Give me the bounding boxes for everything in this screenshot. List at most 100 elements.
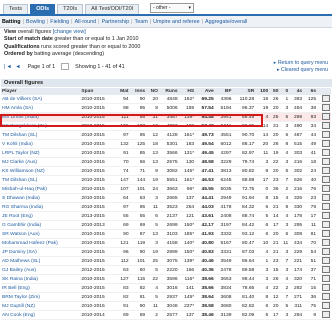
nav-item-6[interactable]: Umpire and referee — [151, 19, 201, 25]
column-header[interactable]: 50 — [269, 88, 280, 96]
column-header[interactable]: Inns — [129, 88, 147, 96]
table-cell: 43.61 — [195, 211, 215, 222]
player-link[interactable]: Mohammad Hafeez (Pak) — [2, 241, 58, 246]
table-cell: 2575 — [158, 157, 179, 168]
profile-icon[interactable] — [322, 122, 330, 130]
player-link[interactable]: JE Root (Eng) — [2, 214, 33, 219]
nav-item-7[interactable]: Aggregate/overall — [203, 19, 249, 25]
column-header[interactable]: Ave — [195, 88, 215, 96]
table-cell: 44.03 — [195, 202, 215, 213]
column-header[interactable]: BF — [214, 88, 233, 96]
profile-icon[interactable] — [322, 266, 330, 274]
cleared-query-link[interactable]: Cleared query menu — [281, 67, 328, 73]
table-cell: 6 — [255, 229, 270, 240]
player-link[interactable]: AD Mathews (SL) — [2, 259, 40, 264]
table-cell: 269 — [289, 112, 304, 123]
profile-icon[interactable] — [322, 302, 330, 310]
column-header[interactable]: Player — [1, 88, 81, 96]
player-link[interactable]: V Kohli (India) — [2, 142, 33, 147]
player-link[interactable]: GJ Bailey (Aus) — [2, 268, 36, 273]
return-query-link[interactable]: Return to query menu — [278, 60, 328, 66]
profile-icon[interactable] — [322, 221, 330, 229]
player-link[interactable]: IR Bell (Eng) — [2, 286, 30, 291]
profile-icon[interactable] — [322, 167, 330, 175]
profile-icon[interactable] — [322, 257, 330, 265]
profile-icon[interactable] — [322, 149, 330, 157]
profile-icon[interactable] — [322, 212, 330, 220]
profile-icon[interactable] — [322, 95, 330, 103]
profile-icon[interactable] — [322, 203, 330, 211]
profile-icon[interactable] — [322, 293, 330, 301]
table-cell: 221 — [289, 256, 304, 267]
player-link[interactable]: Misbah-ul-Haq (Pak) — [2, 187, 47, 192]
table-cell: 82.97 — [232, 148, 256, 159]
table-cell: 3813 — [214, 166, 233, 177]
player-cell: TM Dilshan (SL) — [1, 130, 81, 141]
table-cell: 3653 — [214, 274, 233, 285]
column-header[interactable]: 6s — [303, 88, 318, 96]
column-header[interactable]: Span — [80, 88, 116, 96]
nav-item-1[interactable]: Bowling — [24, 19, 47, 25]
page-input[interactable] — [61, 63, 70, 70]
player-link[interactable]: S Dhawan (India) — [2, 196, 40, 201]
player-link[interactable]: MJ Guptill (NZ) — [2, 304, 35, 309]
tab-1[interactable]: ODIs — [30, 4, 56, 14]
player-link[interactable]: JP Duminy (SA) — [2, 250, 37, 255]
profile-icon[interactable] — [322, 140, 330, 148]
tab-0[interactable]: Tests — [3, 4, 29, 14]
column-header[interactable]: 4s — [289, 88, 304, 96]
player-link[interactable]: RG Sharma (India) — [2, 205, 43, 210]
player-link[interactable]: G Gambhir (India) — [2, 223, 41, 228]
table-cell: 8 — [279, 139, 290, 150]
table-cell: 3 — [255, 157, 270, 168]
profile-icon[interactable] — [322, 176, 330, 184]
tab-3[interactable]: All Test/ODI/T20I — [85, 4, 140, 14]
column-header[interactable]: Mat — [115, 88, 130, 96]
nav-item-0[interactable]: Batting — [0, 19, 23, 25]
profile-icon[interactable] — [322, 194, 330, 202]
tab-2[interactable]: T20Is — [57, 4, 84, 14]
table-cell: 8 — [146, 103, 159, 114]
table-cell: 2 — [279, 184, 290, 195]
profile-icon[interactable] — [322, 104, 330, 112]
player-link[interactable]: TM Dilshan (SL) — [2, 178, 37, 183]
table-cell: 78.66 — [232, 283, 256, 294]
player-cell: Misbah-ul-Haq (Pak) — [1, 184, 81, 195]
column-header[interactable]: 100 — [255, 88, 270, 96]
profile-icon[interactable] — [322, 284, 330, 292]
profile-icon[interactable] — [322, 230, 330, 238]
table-cell: 5167 — [214, 238, 233, 249]
column-header[interactable]: SR — [232, 88, 256, 96]
player-link[interactable]: AB de Villiers (SA) — [2, 97, 42, 102]
profile-icon[interactable] — [322, 311, 330, 319]
profile-icon[interactable] — [322, 275, 330, 283]
player-link[interactable]: MJ Clarke (Aus) — [2, 160, 37, 165]
column-header[interactable]: 0 — [279, 88, 290, 96]
profile-icon[interactable] — [322, 185, 330, 193]
change-view-link[interactable]: [change view] — [53, 29, 86, 35]
player-link[interactable]: SK Raina (India) — [2, 277, 38, 282]
first-prev-arrows[interactable]: |◄ ◄ — [4, 64, 22, 70]
player-link[interactable]: TM Dilshan (SL) — [2, 133, 37, 138]
player-link[interactable]: BRM Taylor (Zim) — [2, 295, 40, 300]
profile-icon[interactable] — [322, 248, 330, 256]
table-cell: 4158 — [158, 238, 179, 249]
column-header[interactable]: NO — [146, 88, 159, 96]
nav-item-2[interactable]: Fielding — [48, 19, 71, 25]
profile-icon[interactable] — [322, 131, 330, 139]
table-cell: 3048 — [158, 301, 179, 312]
player-link[interactable]: AN Cook (Eng) — [2, 313, 35, 318]
profile-icon[interactable] — [322, 239, 330, 247]
nav-item-4[interactable]: Partnership — [100, 19, 132, 25]
player-link[interactable]: HM Amla (SA) — [2, 106, 33, 111]
column-header[interactable]: Runs — [158, 88, 179, 96]
column-header[interactable]: HS — [178, 88, 196, 96]
nav-item-5[interactable]: Team — [133, 19, 150, 25]
player-link[interactable]: KS Williamson (NZ) — [2, 169, 45, 174]
other-select[interactable]: - other - ▾ — [150, 3, 194, 13]
player-link[interactable]: SR Watson (Aus) — [2, 232, 40, 237]
profile-icon[interactable] — [322, 158, 330, 166]
profile-icon[interactable] — [322, 113, 330, 121]
nav-item-3[interactable]: All-round — [73, 19, 99, 25]
player-link[interactable]: LRPL Taylor (NZ) — [2, 151, 40, 156]
